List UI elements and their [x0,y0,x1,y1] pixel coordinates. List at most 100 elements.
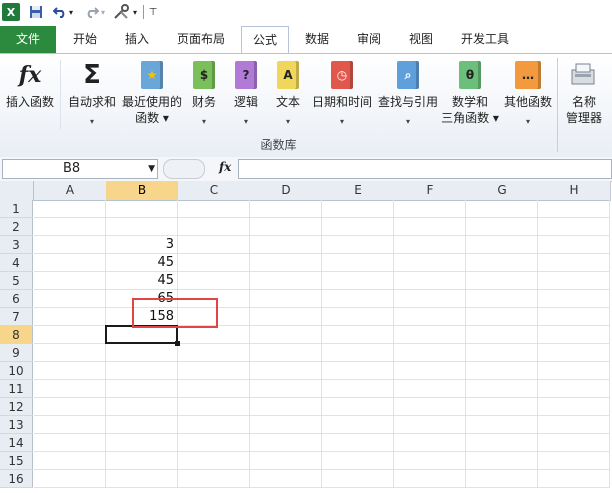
row-header-11[interactable]: 11 [0,380,33,398]
tab-formulas[interactable]: 公式 [241,26,289,54]
tools-icon[interactable]: ▾ [112,3,138,21]
cell-e3[interactable] [322,236,394,254]
cell-b14[interactable] [106,434,178,452]
cell-e5[interactable] [322,272,394,290]
cell-f5[interactable] [394,272,466,290]
cell-b5[interactable]: 45 [106,272,178,290]
cell-d3[interactable] [250,236,322,254]
cell-e6[interactable] [322,290,394,308]
redo-icon[interactable]: ▾ [82,3,108,21]
column-header-f[interactable]: F [394,181,467,201]
row-header-9[interactable]: 9 [0,344,33,362]
cell-c2[interactable] [178,218,250,236]
cell-g1[interactable] [466,200,538,218]
financial-button[interactable]: $ 财务 ▾ [186,60,222,130]
tab-file[interactable]: 文件 [0,26,56,53]
cell-h11[interactable] [538,380,610,398]
cell-f8[interactable] [394,326,466,344]
save-icon[interactable] [28,3,44,21]
tab-page-layout[interactable]: 页面布局 [166,26,236,53]
cell-d9[interactable] [250,344,322,362]
insert-function-fx-icon[interactable]: fx [219,160,231,174]
cell-d6[interactable] [250,290,322,308]
cell-e15[interactable] [322,452,394,470]
cell-g14[interactable] [466,434,538,452]
cell-d7[interactable] [250,308,322,326]
cell-f12[interactable] [394,398,466,416]
cell-h10[interactable] [538,362,610,380]
cell-a10[interactable] [34,362,106,380]
cell-b13[interactable] [106,416,178,434]
cell-h16[interactable] [538,470,610,488]
cell-e4[interactable] [322,254,394,272]
cell-g11[interactable] [466,380,538,398]
cell-b1[interactable] [106,200,178,218]
row-header-13[interactable]: 13 [0,416,33,434]
cell-e12[interactable] [322,398,394,416]
cell-e8[interactable] [322,326,394,344]
cell-f1[interactable] [394,200,466,218]
cell-h7[interactable] [538,308,610,326]
cell-g10[interactable] [466,362,538,380]
cell-a15[interactable] [34,452,106,470]
cell-d11[interactable] [250,380,322,398]
cell-b11[interactable] [106,380,178,398]
cell-a9[interactable] [34,344,106,362]
name-box-dropdown-icon[interactable]: ▼ [148,160,155,178]
cell-g13[interactable] [466,416,538,434]
row-header-15[interactable]: 15 [0,452,33,470]
cell-c15[interactable] [178,452,250,470]
cell-c14[interactable] [178,434,250,452]
cell-g2[interactable] [466,218,538,236]
cell-b2[interactable] [106,218,178,236]
cell-f10[interactable] [394,362,466,380]
lookup-reference-button[interactable]: ⌕ 查找与引用 ▾ [376,60,440,130]
cell-b15[interactable] [106,452,178,470]
row-header-4[interactable]: 4 [0,254,33,272]
select-all-corner[interactable] [0,181,34,201]
cell-d1[interactable] [250,200,322,218]
cell-a14[interactable] [34,434,106,452]
recently-used-button[interactable]: ★ 最近使用的 函数 ▾ [120,60,184,126]
cell-h5[interactable] [538,272,610,290]
cell-g15[interactable] [466,452,538,470]
cell-a3[interactable] [34,236,106,254]
cell-c13[interactable] [178,416,250,434]
text-button[interactable]: A 文本 ▾ [270,60,306,130]
cell-h9[interactable] [538,344,610,362]
cell-f6[interactable] [394,290,466,308]
cell-f14[interactable] [394,434,466,452]
cell-c1[interactable] [178,200,250,218]
column-header-a[interactable]: A [34,181,107,201]
cell-b10[interactable] [106,362,178,380]
cell-f7[interactable] [394,308,466,326]
formula-input[interactable] [238,159,612,179]
row-header-7[interactable]: 7 [0,308,33,326]
cell-e16[interactable] [322,470,394,488]
cell-f11[interactable] [394,380,466,398]
cell-b9[interactable] [106,344,178,362]
row-header-1[interactable]: 1 [0,200,33,218]
cell-b16[interactable] [106,470,178,488]
cell-d5[interactable] [250,272,322,290]
cell-g7[interactable] [466,308,538,326]
autosum-button[interactable]: Σ 自动求和 ▾ [64,60,120,130]
cell-d12[interactable] [250,398,322,416]
cell-f13[interactable] [394,416,466,434]
cell-a5[interactable] [34,272,106,290]
row-header-10[interactable]: 10 [0,362,33,380]
cell-f2[interactable] [394,218,466,236]
date-time-button[interactable]: ◷ 日期和时间 ▾ [310,60,374,130]
cell-c9[interactable] [178,344,250,362]
cell-g9[interactable] [466,344,538,362]
cell-a12[interactable] [34,398,106,416]
cell-f16[interactable] [394,470,466,488]
cell-g8[interactable] [466,326,538,344]
cell-d13[interactable] [250,416,322,434]
cell-a1[interactable] [34,200,106,218]
cell-h3[interactable] [538,236,610,254]
cell-h12[interactable] [538,398,610,416]
cell-f3[interactable] [394,236,466,254]
more-functions-button[interactable]: … 其他函数 ▾ [500,60,556,130]
cell-d4[interactable] [250,254,322,272]
